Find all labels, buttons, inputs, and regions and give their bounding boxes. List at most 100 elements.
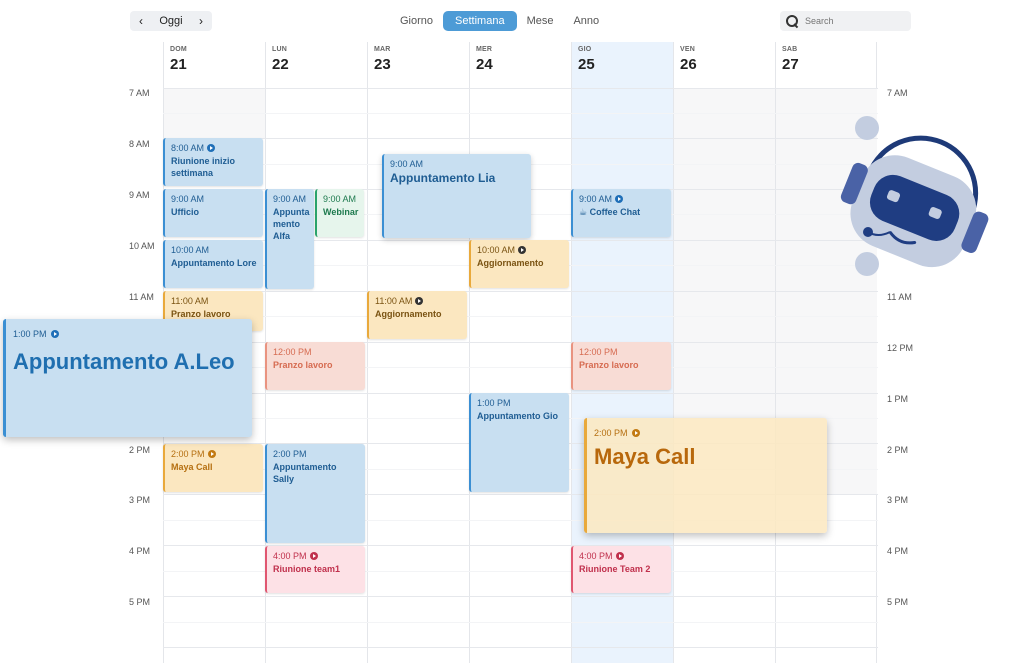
day-header: MER 24: [470, 42, 571, 88]
tab-settimana[interactable]: Settimana: [443, 11, 517, 31]
recurring-icon: [415, 297, 424, 305]
event-time: 12:00 PM: [273, 347, 312, 357]
event-time: 10:00 AM: [477, 245, 516, 255]
hour-line: [163, 291, 878, 292]
event-title: Aggiornamento: [477, 258, 544, 268]
event-time: 9:00 AM: [323, 194, 357, 204]
day-name: MER: [476, 46, 493, 53]
event-maya-call[interactable]: 2:00 PM Maya Call: [163, 444, 263, 492]
event-ufficio[interactable]: 9:00 AM Ufficio: [163, 189, 263, 237]
event-title: Pranzo lavoro: [579, 360, 639, 370]
event-pranzo-lavoro[interactable]: 12:00 PM Pranzo lavoro: [571, 342, 671, 390]
event-title: Maya Call: [171, 462, 213, 472]
time-label: 10 AM: [129, 241, 155, 251]
recurring-icon: [615, 552, 624, 560]
event-title: Riunione team1: [273, 564, 341, 574]
event-time: 10:00 AM: [171, 245, 210, 255]
event-riunione-inizio-settimana[interactable]: 8:00 AM Riunione inizio settimana: [163, 138, 263, 186]
day-name: DOM: [170, 46, 187, 53]
today-button[interactable]: Oggi: [159, 15, 182, 27]
tab-giorno[interactable]: Giorno: [390, 11, 443, 31]
time-label: 2 PM: [129, 445, 151, 455]
time-label: 2 PM: [887, 445, 909, 455]
time-label: 7 AM: [129, 88, 150, 98]
event-title: Aggiornamento: [375, 309, 442, 319]
event-appuntamento-lore[interactable]: 10:00 AM Appuntamento Lore: [163, 240, 263, 288]
day-name: LUN: [272, 46, 287, 53]
event-time: 4:00 PM: [579, 551, 613, 561]
event-title: Pranzo lavoro: [273, 360, 333, 370]
event-time: 9:00 AM: [273, 194, 307, 204]
tab-anno[interactable]: Anno: [563, 11, 609, 31]
event-time: 9:00 AM: [579, 194, 613, 204]
event-maya-call-expanded[interactable]: 2:00 PM Maya Call: [584, 418, 827, 533]
event-pranzo-lavoro[interactable]: 12:00 PM Pranzo lavoro: [265, 342, 365, 390]
day-column-mar[interactable]: MAR 23: [367, 42, 469, 663]
time-label: 5 PM: [129, 597, 151, 607]
event-aggiornamento[interactable]: 11:00 AM Aggiornamento: [367, 291, 467, 339]
event-aggiornamento[interactable]: 10:00 AM Aggiornamento: [469, 240, 569, 288]
event-time: 9:00 AM: [171, 194, 205, 204]
event-title: Maya Call: [594, 444, 696, 469]
event-riunione-team1[interactable]: 4:00 PM Riunione team1: [265, 546, 365, 593]
recurring-icon: [207, 450, 216, 458]
event-title: Appuntamento A.Leo: [13, 349, 235, 374]
half-hour-line: [163, 316, 878, 317]
day-number[interactable]: 24: [476, 56, 565, 73]
event-time: 8:00 AM: [171, 143, 205, 153]
day-number[interactable]: 21: [170, 56, 259, 73]
event-appuntamento-sally[interactable]: 2:00 PM Appuntamento Sally: [265, 444, 365, 543]
event-title: Appuntamento Gio: [477, 411, 558, 421]
event-time: 2:00 PM: [594, 428, 628, 438]
tab-mese[interactable]: Mese: [517, 11, 564, 31]
event-title: Appunta mento Alfa: [273, 207, 310, 241]
day-number[interactable]: 25: [578, 56, 667, 73]
day-name: MAR: [374, 46, 391, 53]
event-webinar[interactable]: 9:00 AM Webinar: [315, 189, 364, 237]
time-label: 11 AM: [129, 292, 154, 302]
event-time: 2:00 PM: [273, 449, 307, 459]
day-header: GIO 25: [572, 42, 673, 88]
recurring-icon: [207, 144, 216, 152]
time-label: 5 PM: [887, 597, 909, 607]
day-number[interactable]: 26: [680, 56, 769, 73]
day-number[interactable]: 27: [782, 56, 870, 73]
event-appuntamento-lia[interactable]: 9:00 AM Appuntamento Lia: [382, 154, 531, 238]
next-week-button[interactable]: ›: [194, 11, 208, 31]
day-header: DOM 21: [164, 42, 265, 88]
event-time: 2:00 PM: [171, 449, 205, 459]
event-title: Appuntamento Lia: [390, 171, 496, 185]
day-column-mer[interactable]: MER 24: [469, 42, 571, 663]
day-header: VEN 26: [674, 42, 775, 88]
event-time: 4:00 PM: [273, 551, 307, 561]
event-time: 1:00 PM: [477, 398, 511, 408]
time-label: 4 PM: [887, 546, 909, 556]
event-title: Ufficio: [171, 207, 199, 217]
recurring-icon: [50, 330, 59, 338]
search-box[interactable]: [780, 11, 911, 31]
event-title: Riunione inizio settimana: [171, 156, 235, 178]
time-label: 3 PM: [887, 495, 909, 505]
event-title: ☕ Coffee Chat: [579, 207, 641, 217]
time-label: 12 PM: [887, 343, 914, 353]
day-name: VEN: [680, 46, 695, 53]
day-number[interactable]: 23: [374, 56, 463, 73]
search-icon: [786, 14, 799, 28]
event-coffee-chat[interactable]: 9:00 AM ☕ Coffee Chat: [571, 189, 671, 237]
day-number[interactable]: 22: [272, 56, 361, 73]
prev-week-button[interactable]: ‹: [134, 11, 148, 31]
day-header: MAR 23: [368, 42, 469, 88]
event-riunione-team-2[interactable]: 4:00 PM Riunione Team 2: [571, 546, 671, 593]
event-time: 9:00 AM: [390, 159, 424, 169]
event-time: 12:00 PM: [579, 347, 618, 357]
event-appuntamento-gio[interactable]: 1:00 PM Appuntamento Gio: [469, 393, 569, 492]
search-input[interactable]: [805, 16, 905, 26]
event-appuntamento-a-leo-expanded[interactable]: 1:00 PM Appuntamento A.Leo: [3, 319, 252, 437]
day-header: SAB 27: [776, 42, 876, 88]
half-hour-line: [163, 622, 878, 623]
robot-headset-icon: [840, 116, 989, 276]
event-time: 11:00 AM: [375, 296, 413, 306]
hour-line: [163, 647, 878, 648]
event-appuntamento-alfa[interactable]: 9:00 AM Appunta mento Alfa: [265, 189, 314, 289]
event-title: Appuntamento Sally: [273, 462, 337, 484]
